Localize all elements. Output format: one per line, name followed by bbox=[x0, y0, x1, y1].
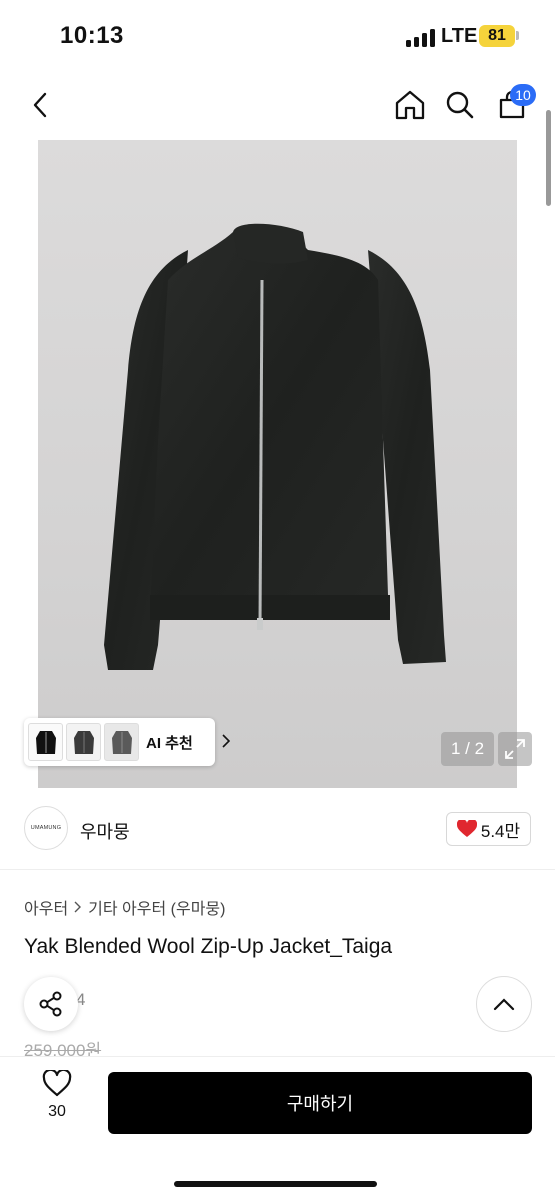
wishlist-button[interactable]: 30 bbox=[30, 1070, 84, 1132]
product-title: Yak Blended Wool Zip-Up Jacket_Taiga bbox=[24, 935, 393, 958]
battery-icon: 81 bbox=[479, 25, 515, 47]
search-icon[interactable] bbox=[441, 86, 479, 124]
status-time: 10:13 bbox=[60, 22, 124, 49]
shop-like-button[interactable]: 5.4만 bbox=[446, 812, 531, 846]
ai-recommend-panel[interactable]: AI 추천 bbox=[24, 718, 231, 766]
chevron-right-icon bbox=[222, 734, 231, 753]
breadcrumb-subcategory[interactable]: 기타 아우터 (우마뭉) bbox=[88, 895, 225, 919]
reco-thumbnail[interactable] bbox=[104, 723, 139, 761]
shop-logo[interactable]: UMAMUNG bbox=[24, 806, 68, 850]
heart-filled-icon bbox=[456, 820, 477, 837]
scrollbar-thumb[interactable] bbox=[546, 110, 551, 206]
status-bar: 10:13 LTE 81 bbox=[0, 0, 555, 70]
chevron-up-icon bbox=[493, 998, 515, 1011]
home-icon[interactable] bbox=[391, 86, 429, 124]
network-label: LTE bbox=[441, 25, 478, 47]
divider bbox=[0, 869, 555, 870]
signal-icon bbox=[406, 29, 436, 47]
heart-outline-icon bbox=[42, 1070, 72, 1097]
breadcrumb: 아우터 기타 아우터 (우마뭉) bbox=[24, 895, 225, 919]
expand-icon[interactable] bbox=[498, 732, 532, 766]
chevron-right-icon bbox=[74, 901, 82, 913]
share-button[interactable] bbox=[24, 977, 78, 1031]
reco-thumbnail[interactable] bbox=[66, 723, 101, 761]
shop-like-count: 5.4만 bbox=[480, 821, 521, 841]
shop-name[interactable]: 우마뭉 bbox=[80, 818, 130, 844]
buy-button[interactable]: 구매하기 bbox=[108, 1072, 532, 1134]
wishlist-count: 30 bbox=[48, 1103, 66, 1120]
image-page-counter: 1 / 2 bbox=[441, 732, 494, 766]
cart-count-badge: 10 bbox=[510, 84, 536, 106]
ai-recommend-label: AI 추천 bbox=[146, 735, 193, 752]
reco-thumbnail[interactable] bbox=[28, 723, 63, 761]
battery-tip bbox=[516, 31, 519, 40]
product-image[interactable] bbox=[38, 140, 517, 788]
top-navbar bbox=[0, 70, 555, 140]
breadcrumb-category[interactable]: 아우터 bbox=[24, 895, 68, 919]
scroll-top-button[interactable] bbox=[476, 976, 532, 1032]
share-icon bbox=[39, 991, 62, 1017]
home-indicator bbox=[174, 1181, 377, 1187]
shop-logo-text: UMAMUNG bbox=[30, 825, 62, 831]
jacket-illustration bbox=[104, 223, 446, 670]
back-arrow-icon[interactable] bbox=[22, 86, 60, 124]
